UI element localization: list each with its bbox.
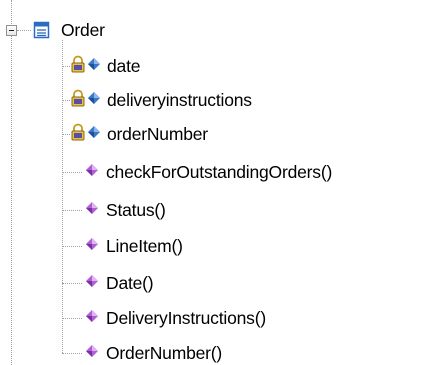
tree-item-operation[interactable]: checkForOutstandingOrders() — [84, 158, 332, 186]
tree-children-line — [62, 40, 63, 353]
tree-root-line-below — [11, 36, 12, 365]
tree-item-label: OrderNumber() — [106, 343, 223, 363]
tree-item-operation[interactable]: OrderNumber() — [84, 339, 222, 365]
tree-item-operation[interactable]: Date() — [84, 269, 154, 297]
tree-item-label: DeliveryInstructions() — [106, 308, 266, 328]
tree-item-operation[interactable]: DeliveryInstructions() — [84, 304, 266, 332]
operation-icon — [84, 273, 100, 294]
tree-item-label: checkForOutstandingOrders() — [106, 162, 333, 182]
attribute-icon — [86, 90, 102, 111]
tree-item-operation[interactable]: Status() — [84, 196, 166, 224]
tree-branch-line — [62, 283, 82, 284]
operation-icon — [84, 308, 100, 329]
attribute-icon — [86, 56, 102, 77]
class-icon — [33, 21, 51, 39]
tree-branch-line — [17, 30, 31, 31]
tree-branch-line — [62, 318, 82, 319]
lock-icon — [70, 55, 86, 78]
tree-item-operation[interactable]: LineItem() — [84, 232, 183, 260]
operation-icon — [84, 200, 100, 221]
tree-item-attribute[interactable]: date — [70, 52, 140, 80]
tree-item-label: orderNumber — [107, 124, 208, 144]
tree-branch-line — [62, 210, 82, 211]
tree-item-label: deliveryinstructions — [107, 90, 252, 110]
tree-branch-line — [62, 134, 70, 135]
tree-item-label: LineItem() — [106, 236, 183, 256]
tree-item-attribute[interactable]: orderNumber — [70, 120, 208, 148]
lock-icon — [70, 123, 86, 146]
tree-branch-line — [62, 246, 82, 247]
collapse-toggle[interactable] — [6, 25, 17, 36]
operation-icon — [84, 236, 100, 257]
tree-root-line — [11, 0, 12, 24]
tree-branch-line — [62, 66, 70, 67]
tree-branch-line — [62, 353, 82, 354]
operation-icon — [84, 343, 100, 364]
tree-branch-line — [62, 100, 70, 101]
tree-item-label: date — [107, 56, 141, 76]
attribute-icon — [86, 124, 102, 145]
tree-item-label: Status() — [106, 200, 166, 220]
tree-item-class-order[interactable]: Order — [33, 16, 105, 44]
tree-item-attribute[interactable]: deliveryinstructions — [70, 86, 252, 114]
tree-item-label: Order — [61, 20, 105, 40]
operation-icon — [84, 162, 100, 183]
tree-item-label: Date() — [106, 273, 154, 293]
tree-branch-line — [62, 172, 82, 173]
class-tree-view: Order date deliveryinstructions orderNum… — [0, 0, 438, 365]
lock-icon — [70, 89, 86, 112]
